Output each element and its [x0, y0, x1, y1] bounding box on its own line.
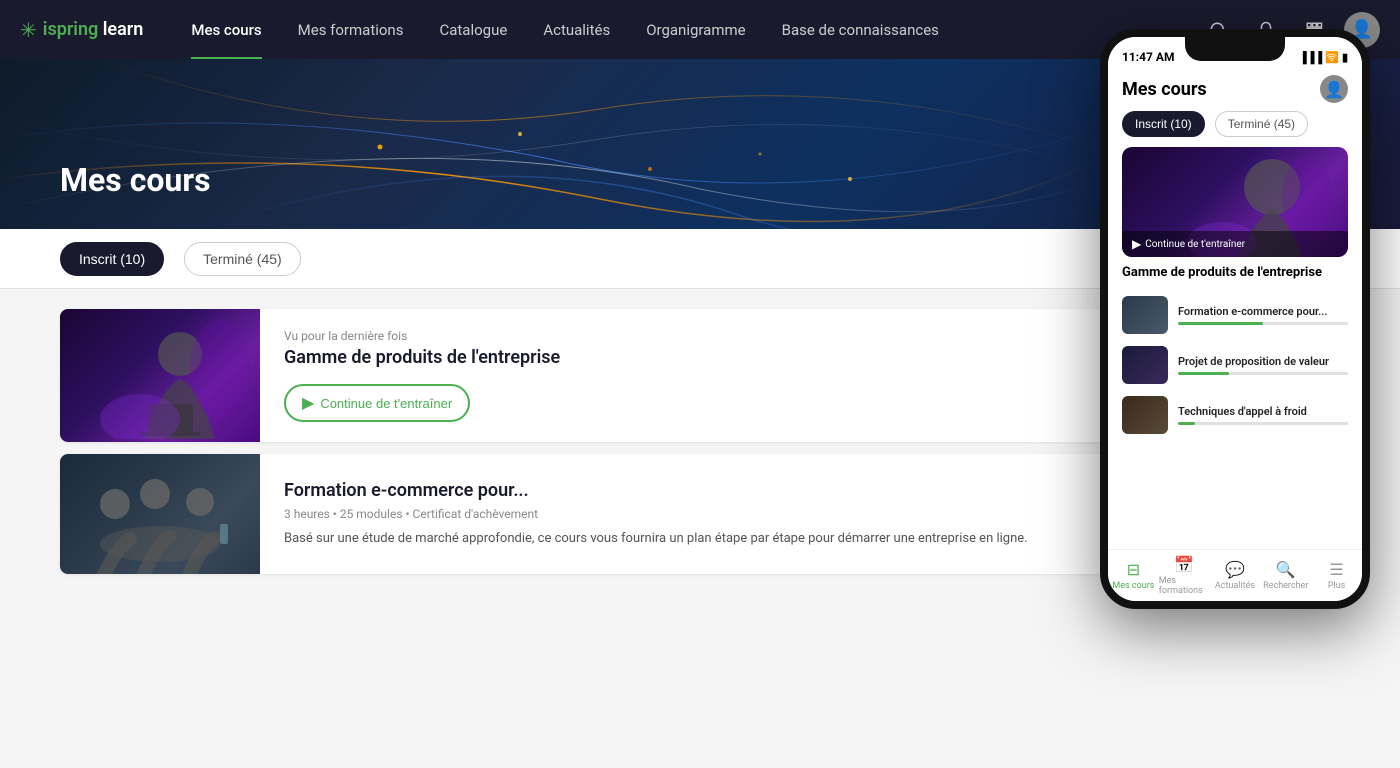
course-info: Formation e-commerce pour... 3 heures • … — [260, 454, 1140, 574]
phone-header: Mes cours 👤 — [1108, 69, 1362, 111]
phone-list-progress-fill — [1178, 372, 1229, 375]
phone-list-title: Formation e-commerce pour... — [1178, 305, 1348, 318]
course-description: Basé sur une étude de marché approfondie… — [284, 529, 1116, 549]
phone-header-title: Mes cours — [1122, 79, 1207, 100]
continue-button[interactable]: ▶ Continue de t'entraîner — [284, 384, 470, 422]
nav-link-base-connaissances[interactable]: Base de connaissances — [764, 0, 957, 59]
phone-list-info: Formation e-commerce pour... — [1178, 305, 1348, 325]
phone-list-progress — [1178, 322, 1348, 325]
phone-tab-inscrit[interactable]: Inscrit (10) — [1122, 111, 1205, 137]
phone-avatar: 👤 — [1320, 75, 1348, 103]
play-icon: ▶ — [302, 393, 314, 413]
phone-nav-mes-cours[interactable]: ⊟ Mes cours — [1108, 554, 1159, 597]
phone-list-title: Techniques d'appel à froid — [1178, 405, 1348, 418]
phone-nav-mes-formations[interactable]: 📅 Mes formations — [1159, 549, 1210, 601]
logo-text: ispring learn — [43, 19, 144, 40]
phone-status-time: 11:47 AM — [1122, 50, 1174, 64]
phone-nav-label: Mes formations — [1159, 576, 1210, 596]
phone-list-info: Projet de proposition de valeur — [1178, 355, 1348, 375]
phone-notch — [1185, 37, 1285, 61]
wifi-icon: 🛜 — [1325, 51, 1339, 64]
phone-hero-thumbnail: ▶ Continue de t'entraîner — [1122, 147, 1348, 257]
course-thumbnail — [60, 454, 260, 574]
logo[interactable]: ✳ ispring learn — [20, 18, 143, 42]
play-circle-icon: ▶ — [1132, 237, 1141, 251]
more-icon: ☰ — [1329, 560, 1343, 579]
search-icon: 🔍 — [1276, 560, 1296, 579]
news-icon: 💬 — [1225, 560, 1245, 579]
phone-list-progress-fill — [1178, 422, 1195, 425]
phone-list-item[interactable]: Projet de proposition de valeur — [1108, 340, 1362, 390]
nav-link-catalogue[interactable]: Catalogue — [421, 0, 525, 59]
phone-list-thumbnail — [1122, 296, 1168, 334]
nav-links: Mes cours Mes formations Catalogue Actua… — [173, 0, 1200, 59]
phone-list-info: Techniques d'appel à froid — [1178, 405, 1348, 425]
course-meta: 3 heures • 25 modules • Certificat d'ach… — [284, 507, 1116, 521]
phone-list-progress-fill — [1178, 322, 1263, 325]
phone-list-title: Projet de proposition de valeur — [1178, 355, 1348, 368]
logo-icon: ✳ — [20, 18, 37, 42]
hero-title: Mes cours — [60, 161, 211, 199]
phone-list-progress — [1178, 422, 1348, 425]
phone-hero-course-title: Gamme de produits de l'entreprise — [1108, 265, 1362, 280]
phone-mockup: 11:47 AM ▐▐▐ 🛜 ▮ Mes cours 👤 Inscrit (10… — [1100, 29, 1370, 609]
phone-list-progress — [1178, 372, 1348, 375]
home-icon: ⊟ — [1127, 560, 1140, 579]
phone-nav-label: Actualités — [1215, 581, 1255, 591]
nav-link-mes-cours[interactable]: Mes cours — [173, 0, 279, 59]
phone-list-thumbnail — [1122, 346, 1168, 384]
phone-nav-label: Plus — [1328, 581, 1345, 591]
phone-nav-label: Rechercher — [1263, 581, 1308, 591]
course-title: Gamme de produits de l'entreprise — [284, 347, 1116, 368]
nav-link-actualites[interactable]: Actualités — [525, 0, 628, 59]
continue-label: Continue de t'entraîner — [320, 396, 452, 411]
tab-termine[interactable]: Terminé (45) — [184, 242, 301, 276]
phone-list-item[interactable]: Formation e-commerce pour... — [1108, 290, 1362, 340]
formations-icon: 📅 — [1174, 555, 1194, 574]
main-content: Inscrit (10) Terminé (45) — [0, 229, 1400, 768]
phone-list-thumbnail — [1122, 396, 1168, 434]
course-title: Formation e-commerce pour... — [284, 480, 1116, 501]
tab-inscrit[interactable]: Inscrit (10) — [60, 242, 164, 276]
phone-status-icons: ▐▐▐ 🛜 ▮ — [1299, 51, 1348, 64]
phone-tabs: Inscrit (10) Terminé (45) — [1108, 111, 1362, 137]
phone-bottom-nav: ⊟ Mes cours 📅 Mes formations 💬 Actualité… — [1108, 549, 1362, 601]
phone-nav-label: Mes cours — [1112, 581, 1154, 591]
hero-cta-label: Continue de t'entraîner — [1145, 239, 1245, 250]
course-label: Vu pour la dernière fois — [284, 329, 1116, 343]
course-info: Vu pour la dernière fois Gamme de produi… — [260, 309, 1140, 442]
phone-tab-termine[interactable]: Terminé (45) — [1215, 111, 1308, 137]
battery-icon: ▮ — [1342, 51, 1348, 64]
phone-nav-rechercher[interactable]: 🔍 Rechercher — [1260, 554, 1311, 597]
nav-link-mes-formations[interactable]: Mes formations — [280, 0, 422, 59]
phone-nav-plus[interactable]: ☰ Plus — [1311, 554, 1362, 597]
course-thumbnail — [60, 309, 260, 442]
phone-list-item[interactable]: Techniques d'appel à froid — [1108, 390, 1362, 440]
nav-link-organigramme[interactable]: Organigramme — [628, 0, 763, 59]
signal-icon: ▐▐▐ — [1299, 51, 1322, 64]
phone-nav-actualites[interactable]: 💬 Actualités — [1210, 554, 1261, 597]
phone-hero-overlay: ▶ Continue de t'entraîner — [1122, 231, 1348, 257]
phone-screen: 11:47 AM ▐▐▐ 🛜 ▮ Mes cours 👤 Inscrit (10… — [1108, 37, 1362, 601]
